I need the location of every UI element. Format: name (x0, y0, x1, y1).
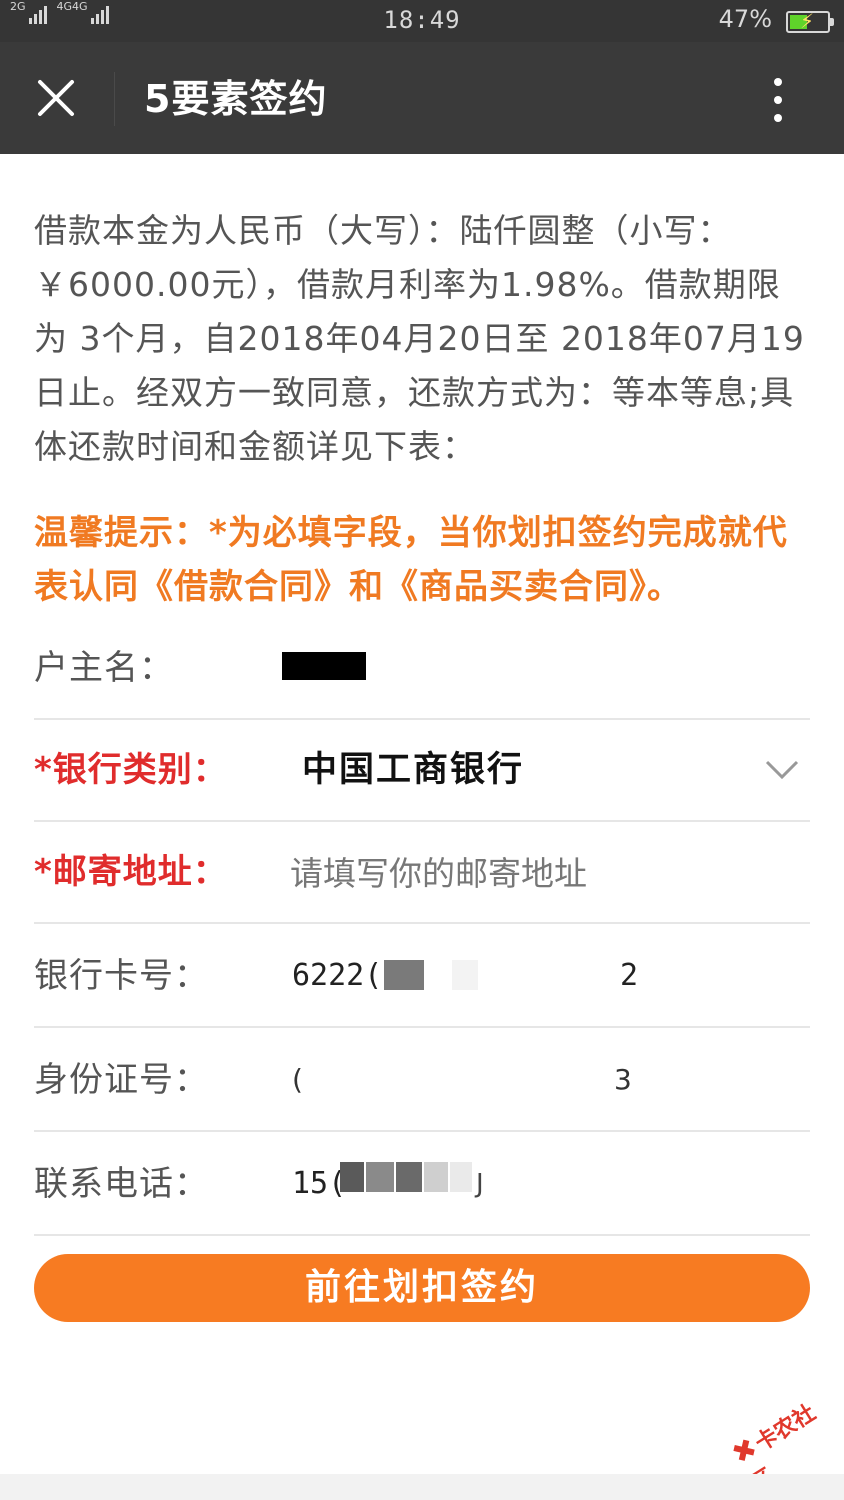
phone-label: 联系电话： (34, 1164, 209, 1204)
bank-type-row[interactable]: *银行类别： 中国工商银行 (34, 720, 810, 822)
card-number-label: 银行卡号： (34, 956, 209, 996)
bank-type-value[interactable]: 中国工商银行 (302, 720, 524, 820)
holder-name-label: 户主名： (34, 648, 174, 688)
id-number-prefix: ( (292, 1063, 303, 1096)
card-number-suffix: 2 (620, 958, 639, 993)
phone-row: 联系电话： 15( J (34, 1134, 810, 1236)
notice-text: 温馨提示：*为必填字段，当你划扣签约完成就代表认同《借款合同》和《商品买卖合同》… (34, 513, 788, 607)
phone-redaction-3 (396, 1162, 422, 1192)
phone-prefix: 15( (292, 1166, 347, 1201)
id-number-label: 身份证号： (34, 1060, 209, 1100)
phone-redaction-4 (424, 1162, 448, 1192)
clock: 18:49 (383, 6, 461, 34)
loan-terms-text: 借款本金为人民币（大写）：陆仟圆整（小写：￥6000.00元），借款月利率为1.… (34, 211, 805, 466)
bottom-strip (0, 1474, 844, 1500)
nav-divider (114, 72, 115, 126)
battery-icon: ⚡ (786, 9, 834, 33)
address-label: *邮寄地址： (34, 852, 228, 892)
phone-redaction-5 (450, 1162, 472, 1192)
address-row: *邮寄地址： (34, 822, 810, 924)
phone-redaction-2 (366, 1162, 394, 1192)
phone-suffix: J (476, 1169, 484, 1199)
battery-percent: 47% (718, 5, 772, 33)
charging-icon: ⚡ (800, 9, 815, 33)
nav-bar: 5要素签约 (0, 42, 844, 154)
id-number-row: 身份证号： ( 3 (34, 1030, 810, 1132)
status-bar: 2G 4G4G 18:49 47% ⚡ (0, 0, 844, 42)
card-number-prefix: 6222( (292, 958, 383, 993)
more-vertical-icon (774, 78, 782, 86)
holder-name-redaction (282, 652, 366, 680)
close-button[interactable] (22, 64, 90, 132)
id-number-suffix: 3 (614, 1063, 632, 1096)
chevron-down-icon[interactable] (764, 758, 800, 782)
address-input[interactable] (290, 848, 730, 898)
bank-type-label: *银行类别： (34, 750, 228, 790)
page-title: 5要素签约 (144, 77, 328, 121)
card-number-row: 银行卡号： 6222( 2 (34, 926, 810, 1028)
holder-name-row: 户主名： (34, 618, 810, 720)
card-number-redaction (384, 960, 424, 990)
card-number-redaction-light (452, 960, 478, 990)
close-icon (38, 80, 74, 116)
phone-redaction-1 (340, 1162, 364, 1192)
more-button[interactable] (748, 70, 808, 130)
submit-sign-button[interactable]: 前往划扣签约 (34, 1254, 810, 1322)
